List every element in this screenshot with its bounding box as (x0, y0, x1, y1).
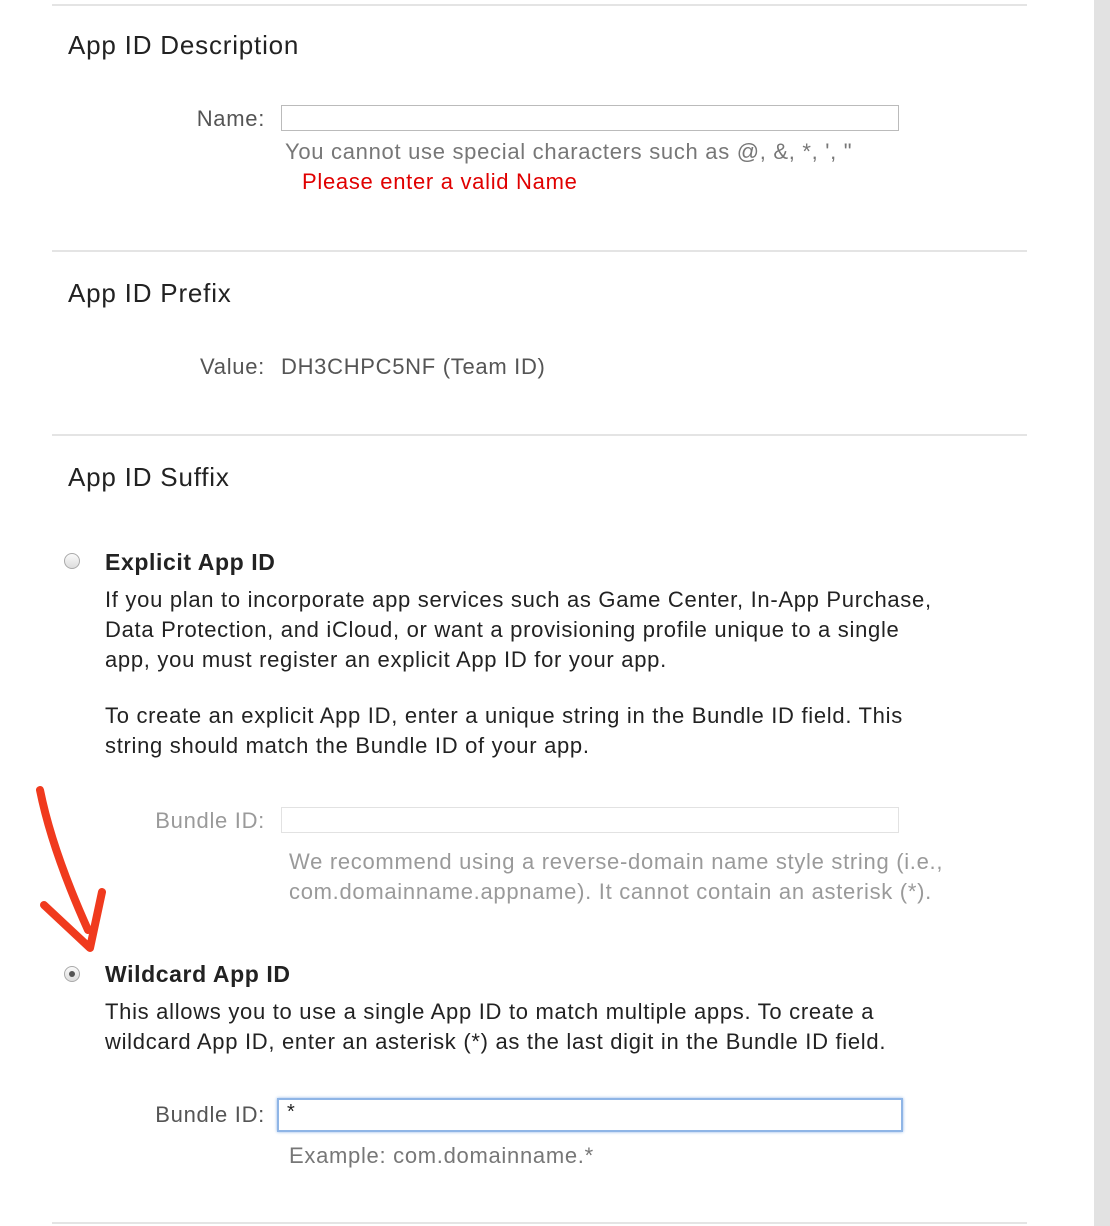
text-line: Data Protection, and iCloud, or want a p… (105, 617, 900, 642)
text-line: com.domainname.appname). It cannot conta… (289, 879, 932, 904)
text-line: We recommend using a reverse-domain name… (289, 849, 944, 874)
divider (52, 250, 1027, 252)
text-line: To create an explicit App ID, enter a un… (105, 703, 903, 728)
wildcard-example: Example: com.domainname.* (289, 1143, 594, 1168)
divider (52, 4, 1027, 6)
divider (52, 1222, 1027, 1224)
name-label: Name: (196, 106, 265, 131)
explicit-bundle-hint: We recommend using a reverse-domain name… (289, 847, 943, 907)
name-input[interactable] (281, 105, 899, 131)
section-heading-description: App ID Description (68, 30, 300, 60)
explicit-title: Explicit App ID (105, 549, 276, 575)
name-hint: You cannot use special characters such a… (285, 139, 853, 164)
wildcard-title: Wildcard App ID (105, 961, 291, 987)
text-line: wildcard App ID, enter an asterisk (*) a… (105, 1029, 887, 1054)
scrollbar[interactable] (1094, 0, 1110, 1226)
section-heading-suffix: App ID Suffix (68, 462, 230, 492)
name-error: Please enter a valid Name (302, 169, 578, 194)
wildcard-bundle-input[interactable]: * (277, 1098, 903, 1132)
section-heading-prefix: App ID Prefix (68, 278, 232, 308)
divider (52, 434, 1027, 436)
value-label: Value: (200, 354, 265, 379)
prefix-value: DH3CHPC5NF (Team ID) (281, 354, 546, 379)
explicit-radio[interactable] (64, 553, 80, 569)
wildcard-description: This allows you to use a single App ID t… (105, 997, 886, 1057)
explicit-description: If you plan to incorporate app services … (105, 585, 932, 675)
text-line: If you plan to incorporate app services … (105, 587, 932, 612)
text-line: string should match the Bundle ID of you… (105, 733, 590, 758)
text-line: This allows you to use a single App ID t… (105, 999, 875, 1024)
explicit-instructions: To create an explicit App ID, enter a un… (105, 701, 903, 761)
explicit-bundle-input[interactable] (281, 807, 899, 833)
wildcard-radio[interactable] (64, 966, 80, 982)
text-line: app, you must register an explicit App I… (105, 647, 667, 672)
wildcard-bundle-label: Bundle ID: (155, 1102, 265, 1127)
red-arrow-icon (36, 786, 106, 952)
